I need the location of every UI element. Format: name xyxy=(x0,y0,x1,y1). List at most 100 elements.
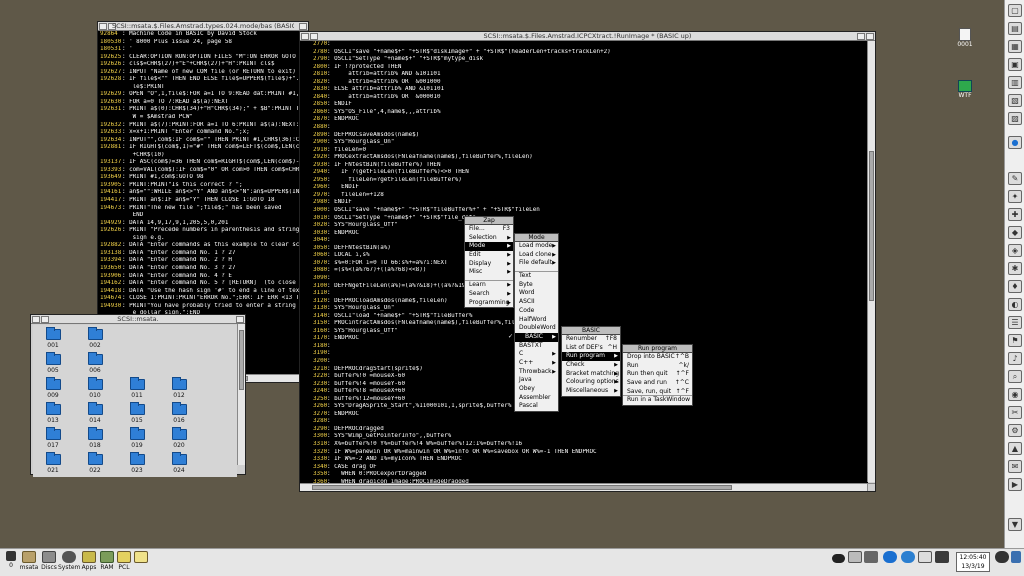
menu-item[interactable]: C ▶ xyxy=(515,350,558,359)
filer-item[interactable]: 005 xyxy=(33,352,73,378)
vertical-scrollbar[interactable] xyxy=(867,41,875,482)
menu-item[interactable]: File... F3 xyxy=(465,225,513,234)
tool-icon-10[interactable]: ✚ xyxy=(1008,208,1022,221)
menu-item[interactable]: Misc ▶ xyxy=(465,268,513,277)
filer-item[interactable]: 011 xyxy=(117,377,157,403)
risc-os-logo-icon[interactable] xyxy=(994,551,1010,563)
vertical-scrollbar[interactable] xyxy=(237,324,245,465)
menu-item[interactable]: Learn ▶ xyxy=(465,281,513,290)
menu-item[interactable]: C++ ▶ xyxy=(515,359,558,368)
window-titlebar[interactable]: SCSI::msata.$.Files.Amstrad.types.024.mo… xyxy=(98,22,308,31)
tool-icon-2[interactable]: ▤ xyxy=(1008,22,1022,35)
menu-item[interactable]: Search ▶ xyxy=(465,290,513,299)
printer-icon[interactable] xyxy=(934,551,950,563)
tool-icon-4[interactable]: ▣ xyxy=(1008,58,1022,71)
clock[interactable]: 12:05:40 13/3/19 xyxy=(956,552,990,572)
display-icon[interactable] xyxy=(1010,551,1022,563)
menu-item[interactable]: Colouring options ▶ xyxy=(562,378,620,387)
window-titlebar[interactable]: SCSI::msata. xyxy=(31,315,245,324)
tool-icon-24[interactable]: ▶ xyxy=(1008,478,1022,491)
basic-submenu[interactable]: BASIC Renumber ↑F8 List of DEF's ^H Run prog… xyxy=(561,326,621,397)
basic-editor-window-main[interactable]: SCSI::msata.$.Files.Amstrad.ICPCXtract.!… xyxy=(299,31,876,492)
tool-icon-19[interactable]: ◉ xyxy=(1008,388,1022,401)
scroll-down-icon[interactable]: ▼ xyxy=(1008,518,1022,531)
menu-item[interactable]: File default ▶ xyxy=(515,259,558,268)
tool-icon-7[interactable]: ▨ xyxy=(1008,112,1022,125)
tool-icon-13[interactable]: ✱ xyxy=(1008,262,1022,275)
network-icon[interactable] xyxy=(900,551,916,563)
filer-item[interactable]: 012 xyxy=(159,377,199,403)
menu-item[interactable]: Load mode ▶ xyxy=(515,242,558,251)
task-manager-icon[interactable] xyxy=(864,551,878,563)
iconbar-item-discs[interactable]: Discs xyxy=(40,551,58,571)
filer-item[interactable]: 022 xyxy=(75,452,115,477)
window-titlebar[interactable]: SCSI::msata.$.Files.Amstrad.ICPCXtract.!… xyxy=(300,32,875,41)
menu-item[interactable]: List of DEF's ^H xyxy=(562,344,620,353)
globe-icon[interactable] xyxy=(882,551,898,563)
eye-icon[interactable] xyxy=(830,551,846,563)
iconbar-item-system[interactable]: System xyxy=(58,551,80,571)
menu-item[interactable]: Save, run, quit ↑^F xyxy=(623,388,692,397)
toggle-size-button[interactable] xyxy=(866,33,874,40)
tool-icon-16[interactable]: ☰ xyxy=(1008,316,1022,329)
horizontal-scrollbar[interactable] xyxy=(300,483,867,491)
iconbar-item-pcl[interactable]: PCL xyxy=(116,551,132,571)
filer-window[interactable]: SCSI::msata. 001 002 005 006 009 010 011 012 013… xyxy=(30,314,246,477)
iconise-button[interactable] xyxy=(857,33,865,40)
menu-item[interactable]: Bracket matching ▶ xyxy=(562,370,620,379)
tool-icon-9[interactable]: ✦ xyxy=(1008,190,1022,203)
menu-item[interactable]: Word xyxy=(515,289,558,298)
menu-item[interactable]: Java xyxy=(515,376,558,385)
menu-item[interactable]: Display ▶ xyxy=(465,260,513,269)
filer-item[interactable]: 001 xyxy=(33,327,73,353)
menu-item[interactable]: Check ▶ xyxy=(562,361,620,370)
menu-item[interactable]: BASIC ▶ ✓ xyxy=(508,332,558,342)
menu-item[interactable]: Load clone ▶ xyxy=(515,251,558,260)
globe-icon[interactable]: ● xyxy=(1008,136,1022,149)
tool-icon-18[interactable]: ♪ xyxy=(1008,352,1022,365)
tool-icon-23[interactable]: ✉ xyxy=(1008,460,1022,473)
menu-item[interactable]: Save and run ↑^C xyxy=(623,379,692,388)
filer-item[interactable]: 006 xyxy=(75,352,115,378)
menu-item[interactable]: Text xyxy=(515,272,558,281)
filer-item[interactable]: 015 xyxy=(117,402,157,428)
iconbar-item-floppy[interactable]: 0 xyxy=(2,551,20,569)
menu-item[interactable]: Miscellaneous ▶ xyxy=(562,387,620,396)
code-area[interactable]: 2770: 2780: OSCLI"save "+name$+" "+STR$"d… xyxy=(300,41,868,484)
menu-item[interactable]: Mode ▶ xyxy=(465,242,513,252)
menu-item[interactable]: Code xyxy=(515,307,558,316)
tool-icon-22[interactable]: ▲ xyxy=(1008,442,1022,455)
tool-icon-15[interactable]: ◐ xyxy=(1008,298,1022,311)
zap-menu[interactable]: Zap File... F3 Selection ▶ Mode ▶ Edit ▶ Display… xyxy=(464,216,514,309)
filer-item[interactable]: 018 xyxy=(75,427,115,453)
toggle-size-button[interactable] xyxy=(236,316,244,323)
tool-icon-11[interactable]: ◆ xyxy=(1008,226,1022,239)
filer-item[interactable]: 020 xyxy=(159,427,199,453)
iconbar-item-apps[interactable]: Apps xyxy=(80,551,98,571)
menu-item[interactable]: Selection ▶ xyxy=(465,234,513,243)
alarm-icon[interactable] xyxy=(918,551,932,563)
menu-item[interactable]: Run ^k/ xyxy=(623,362,692,371)
filer-item[interactable]: 014 xyxy=(75,402,115,428)
magnifier-icon[interactable]: ⌕ xyxy=(1008,370,1022,383)
menu-item[interactable]: Run then quit ↑^F xyxy=(623,370,692,379)
tool-icon-3[interactable]: ▦ xyxy=(1008,40,1022,53)
filer-item[interactable]: 010 xyxy=(75,377,115,403)
desktop-file-wtf[interactable]: WTF xyxy=(955,80,975,99)
filer-item[interactable]: 021 xyxy=(33,452,73,477)
tool-icon-12[interactable]: ◈ xyxy=(1008,244,1022,257)
menu-item[interactable]: Throwback ▶ xyxy=(515,368,558,377)
tool-icon-5[interactable]: ▥ xyxy=(1008,76,1022,89)
menu-item[interactable]: Renumber ↑F8 xyxy=(562,335,620,344)
toggle-size-button[interactable] xyxy=(299,23,307,30)
back-button[interactable] xyxy=(32,316,40,323)
menu-item[interactable]: ASCII xyxy=(515,298,558,307)
filer-item[interactable]: 002 xyxy=(75,327,115,353)
menu-item[interactable]: Run in a TaskWindow xyxy=(623,396,692,405)
tool-icon-6[interactable]: ▧ xyxy=(1008,94,1022,107)
menu-item[interactable]: Programming ▶ xyxy=(465,299,513,308)
filer-item[interactable]: 024 xyxy=(159,452,199,477)
tool-icon-14[interactable]: ♦ xyxy=(1008,280,1022,293)
tool-icon-8[interactable]: ✎ xyxy=(1008,172,1022,185)
filer-item[interactable]: 023 xyxy=(117,452,157,477)
